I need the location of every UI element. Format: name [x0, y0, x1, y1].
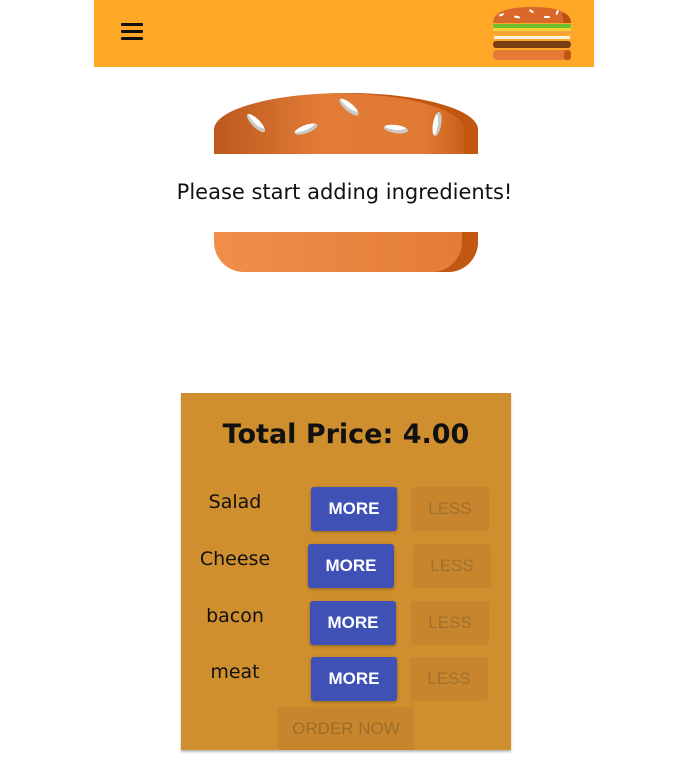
seed	[244, 111, 268, 135]
less-meat-button[interactable]: LESS	[410, 657, 488, 701]
seed	[430, 111, 444, 137]
ingredient-label: bacon	[206, 605, 264, 627]
more-salad-button[interactable]: MORE	[311, 487, 397, 531]
bread-bottom	[214, 232, 478, 272]
ingredient-row-salad: Salad MORE LESS	[181, 487, 511, 533]
total-price: Total Price: 4.00	[181, 419, 511, 450]
empty-burger-hint: Please start adding ingredients!	[176, 180, 513, 204]
ingredient-row-cheese: Cheese MORE LESS	[181, 544, 511, 590]
build-controls: Total Price: 4.00 Salad MORE LESS Cheese…	[181, 393, 511, 750]
bread-top	[214, 93, 478, 154]
ingredient-label: Salad	[208, 491, 262, 513]
ingredient-row-meat: meat MORE LESS	[181, 657, 511, 703]
less-bacon-button[interactable]: LESS	[411, 601, 489, 645]
burger-preview: Please start adding ingredients!	[0, 0, 689, 300]
less-salad-button[interactable]: LESS	[411, 487, 489, 531]
ingredient-label: meat	[210, 661, 260, 683]
seed	[337, 96, 361, 118]
order-now-button[interactable]: ORDER NOW	[278, 707, 414, 750]
seed	[383, 123, 409, 135]
less-cheese-button[interactable]: LESS	[413, 544, 491, 588]
more-cheese-button[interactable]: MORE	[308, 544, 394, 588]
more-meat-button[interactable]: MORE	[311, 657, 397, 701]
more-bacon-button[interactable]: MORE	[310, 601, 396, 645]
ingredient-row-bacon: bacon MORE LESS	[181, 601, 511, 647]
total-price-value: 4.00	[402, 419, 470, 450]
ingredient-label: Cheese	[199, 548, 271, 570]
total-price-label: Total Price:	[222, 419, 394, 450]
seed	[293, 121, 319, 137]
